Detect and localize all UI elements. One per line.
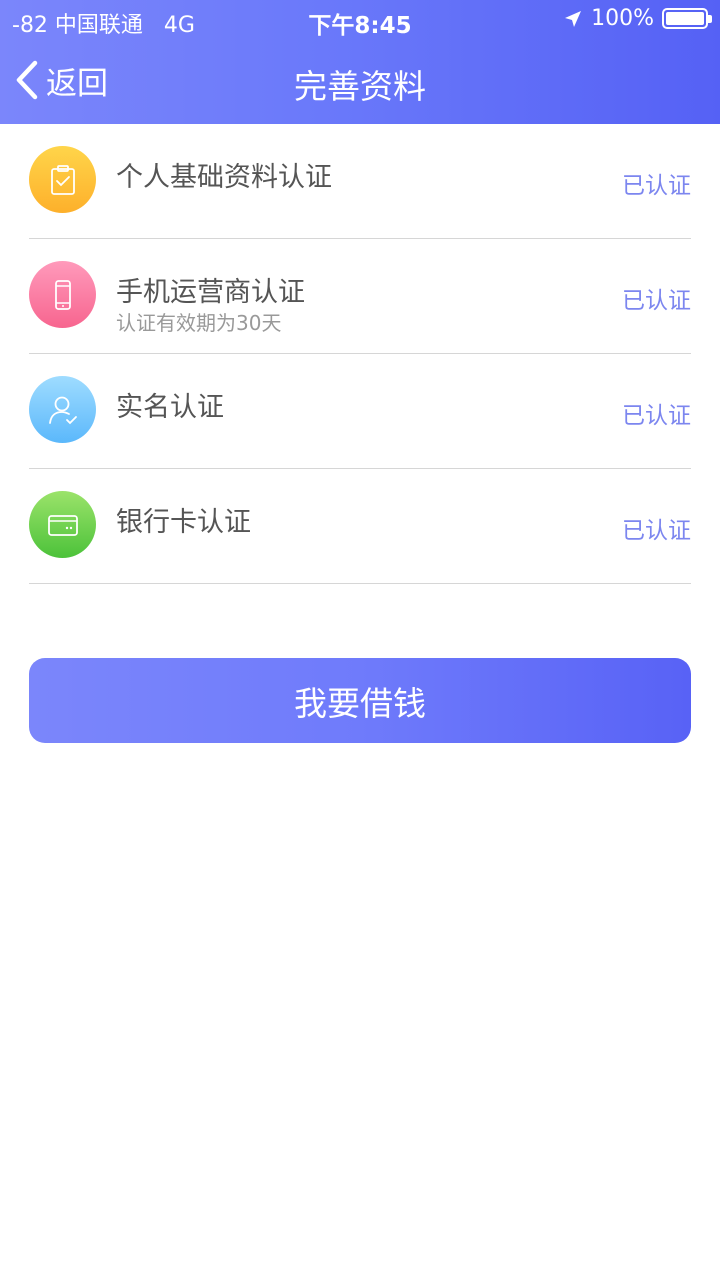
status-bar: -82 中国联通 4G 下午8:45 100% xyxy=(0,0,720,40)
item-icon-badge xyxy=(29,146,96,213)
location-arrow-icon xyxy=(565,10,582,27)
item-icon-badge xyxy=(29,491,96,558)
item-title: 手机运营商认证 xyxy=(116,277,305,308)
battery-icon xyxy=(662,8,712,29)
status-verified: 已认证 xyxy=(622,518,691,544)
battery-percent: 100% xyxy=(591,6,654,31)
nav-bar: 返回 完善资料 xyxy=(0,40,720,124)
verification-list: 个人基础资料认证 已认证 手机运营商认证 认证有效期为30天 已认证 实名认证 … xyxy=(0,124,720,584)
list-item-bank-card[interactable]: 银行卡认证 已认证 xyxy=(29,469,691,584)
item-subtitle: 认证有效期为30天 xyxy=(116,311,282,335)
item-title: 银行卡认证 xyxy=(116,507,251,538)
status-verified: 已认证 xyxy=(622,173,691,199)
status-right: 100% xyxy=(563,6,712,31)
item-title: 实名认证 xyxy=(116,392,224,423)
page-title: 完善资料 xyxy=(294,67,426,106)
top-bar: -82 中国联通 4G 下午8:45 100% 返回 完善资料 xyxy=(0,0,720,124)
status-verified: 已认证 xyxy=(622,403,691,429)
phone-icon xyxy=(54,279,71,310)
borrow-button[interactable]: 我要借钱 xyxy=(29,658,691,743)
item-icon-badge xyxy=(29,261,96,328)
item-title: 个人基础资料认证 xyxy=(116,162,332,193)
clipboard-check-icon xyxy=(50,164,75,195)
list-item-carrier[interactable]: 手机运营商认证 认证有效期为30天 已认证 xyxy=(29,239,691,354)
list-item-basic-info[interactable]: 个人基础资料认证 已认证 xyxy=(29,124,691,239)
bank-card-icon xyxy=(47,514,78,536)
list-item-real-name[interactable]: 实名认证 已认证 xyxy=(29,354,691,469)
status-verified: 已认证 xyxy=(622,288,691,314)
user-check-icon xyxy=(48,396,77,424)
item-icon-badge xyxy=(29,376,96,443)
